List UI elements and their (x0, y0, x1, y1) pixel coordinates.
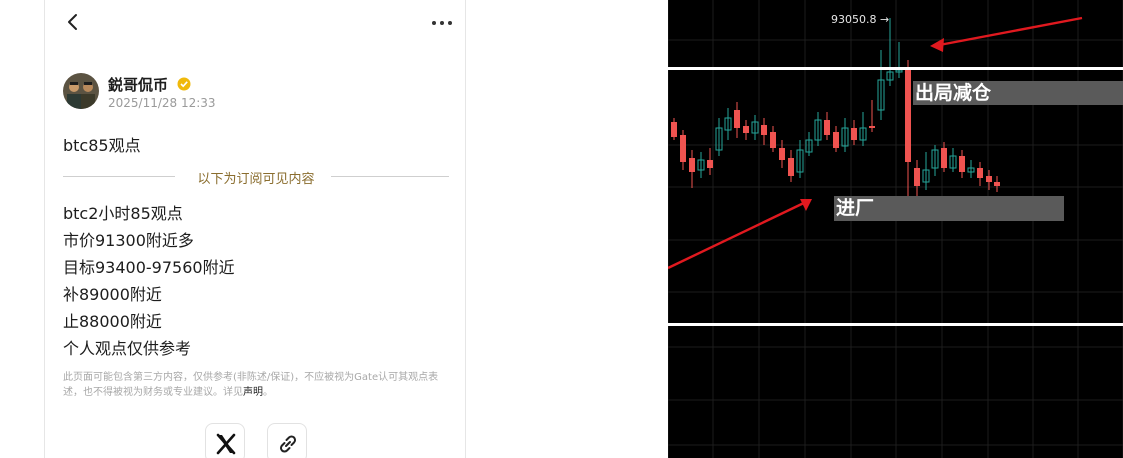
candle-body (977, 168, 983, 178)
upper-white-line (668, 67, 1123, 70)
chart-canvas (668, 0, 1123, 458)
post-date: 2025/11/28 12:33 (108, 96, 216, 110)
content-line: 市价91300附近多 (63, 231, 194, 250)
content-line: 补89000附近 (63, 285, 162, 304)
arrow-to-entry (668, 199, 812, 270)
candle-body (779, 148, 785, 160)
subscriber-divider: 以下为订阅可见内容 (63, 168, 449, 187)
candle-body (689, 158, 695, 172)
candle-body (788, 158, 794, 176)
candle-body (680, 135, 686, 162)
candle-body (914, 168, 920, 186)
candle-body (851, 128, 857, 140)
post-headline: btc85观点 (63, 136, 141, 155)
disclaimer-end: 。 (263, 387, 273, 398)
high-price-label: 93050.8 → (831, 13, 890, 26)
candle-body (941, 148, 947, 168)
share-x-button[interactable] (205, 423, 245, 458)
candlestick-chart[interactable]: 93050.8 → 出局减仓 进厂 (668, 0, 1123, 458)
candle-body (986, 176, 992, 182)
link-icon (268, 435, 308, 458)
exit-label: 出局减仓 (913, 81, 1123, 105)
arrow-to-high (930, 16, 1083, 52)
candle-body (994, 182, 1000, 186)
post-content: btc2小时85观点 市价91300附近多 目标93400-97560附近 补8… (63, 203, 235, 365)
candle-body (671, 122, 677, 137)
back-arrow-icon[interactable] (63, 12, 83, 32)
disclaimer-text: 此页面可能包含第三方内容，仅供参考(非陈述/保证)，不应被视为Gate认可其观点… (63, 370, 453, 400)
content-line: 目标93400-97560附近 (63, 258, 235, 277)
candle-body (824, 120, 830, 135)
content-line: 止88000附近 (63, 312, 162, 331)
content-line: 个人观点仅供参考 (63, 339, 192, 358)
author-name[interactable]: 鋭哥侃币 (108, 74, 168, 95)
content-line: btc2小时85观点 (63, 204, 183, 223)
candle-body (761, 125, 767, 135)
x-logo-icon (206, 433, 246, 458)
candle-body (833, 132, 839, 148)
copy-link-button[interactable] (267, 423, 307, 458)
author-row: 鋭哥侃币 2025/11/28 12:33 (63, 73, 443, 113)
disclaimer-link[interactable]: 声明 (243, 387, 263, 398)
candle-body (743, 126, 749, 133)
verified-badge-icon (177, 76, 191, 91)
divider-line-right (331, 176, 449, 177)
candle-body (770, 132, 776, 148)
candle-body (905, 70, 911, 162)
candle-body (707, 160, 713, 168)
candle-body (869, 126, 875, 128)
post-panel: 鋭哥侃币 2025/11/28 12:33 btc85观点 以下为订阅可见内容 … (44, 0, 466, 458)
top-bar (45, 0, 467, 46)
entry-label: 进厂 (834, 196, 1064, 221)
high-price-value: 93050.8 (831, 13, 877, 26)
candle-body (734, 110, 740, 128)
more-dots-icon[interactable] (431, 14, 453, 30)
divider-text: 以下为订阅可见内容 (197, 172, 315, 187)
lower-white-line (668, 323, 1123, 326)
avatar[interactable] (63, 73, 99, 109)
candle-body (959, 156, 965, 172)
